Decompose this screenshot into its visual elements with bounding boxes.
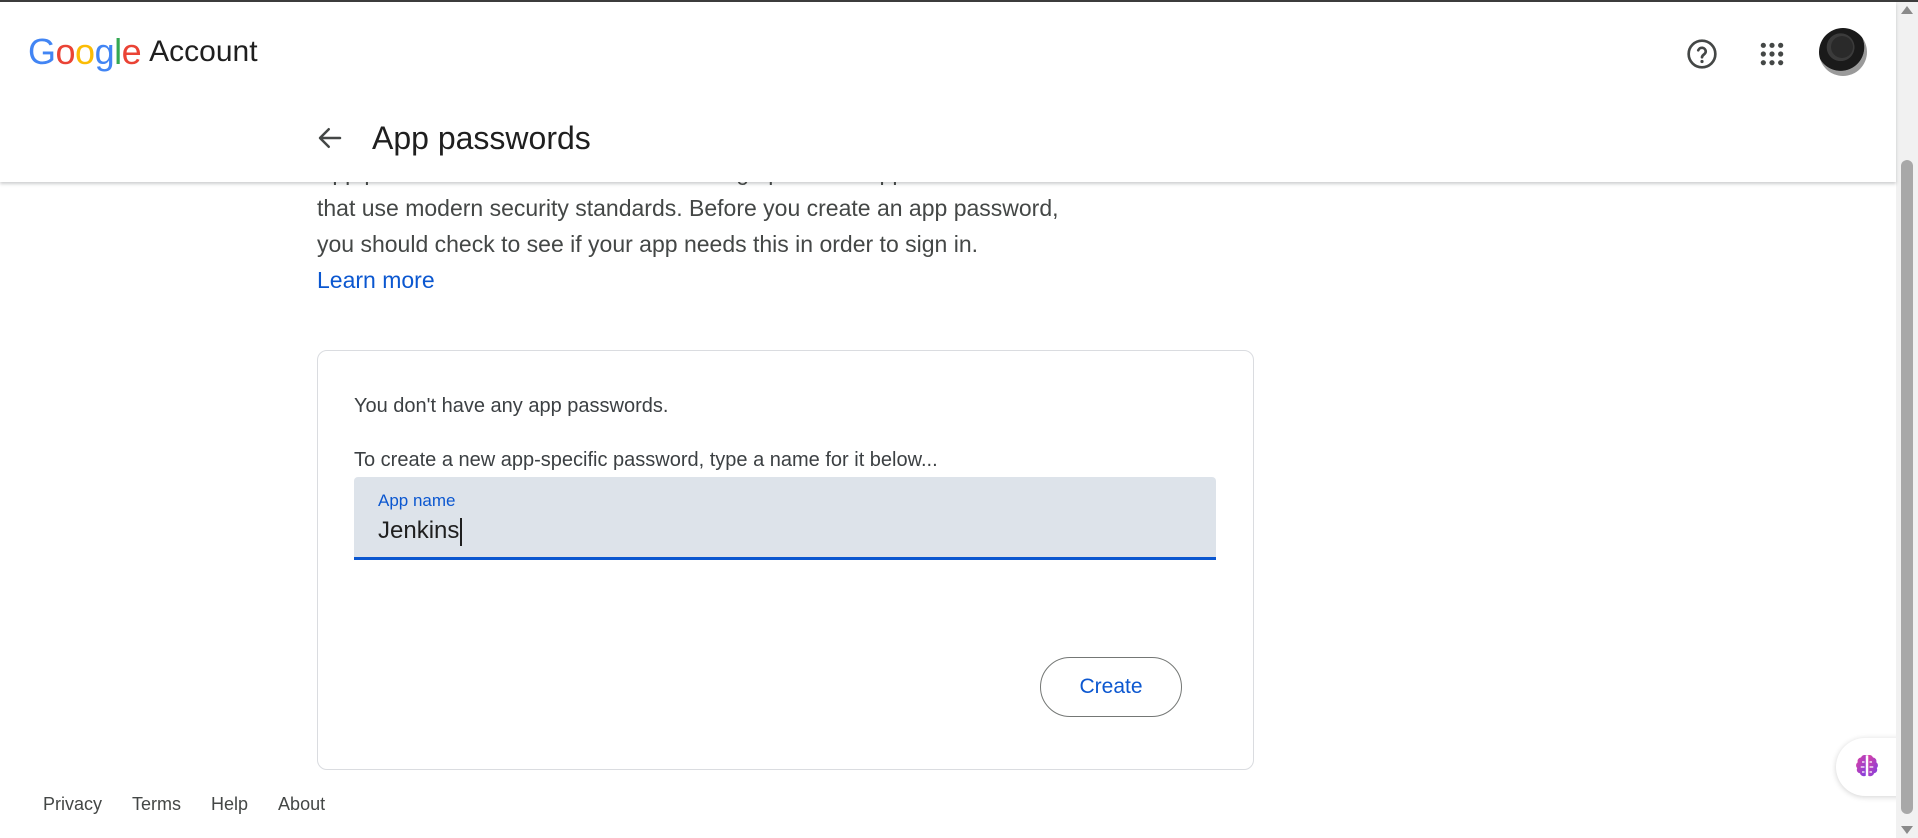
- app-password-card: You don't have any app passwords. To cre…: [317, 350, 1254, 770]
- learn-more-link[interactable]: Learn more: [317, 267, 435, 293]
- app-name-label: App name: [378, 491, 456, 510]
- account-avatar[interactable]: [1819, 28, 1867, 76]
- footer-link-terms[interactable]: Terms: [132, 794, 181, 815]
- back-button[interactable]: [310, 118, 350, 158]
- google-apps-button[interactable]: [1748, 30, 1796, 78]
- footer-link-about[interactable]: About: [278, 794, 325, 815]
- empty-state-message: You don't have any app passwords.: [354, 395, 669, 417]
- app-name-field[interactable]: App name Jenkins: [354, 477, 1216, 560]
- description-line-2: that use modern security standards. Befo…: [317, 195, 1059, 221]
- app-name-input[interactable]: Jenkins: [378, 517, 462, 546]
- logo-account-text: Account: [149, 35, 258, 68]
- brain-icon: [1856, 754, 1878, 777]
- footer: Privacy Terms Help About: [43, 794, 325, 815]
- scroll-thumb[interactable]: [1901, 160, 1913, 814]
- vertical-scrollbar[interactable]: [1896, 2, 1918, 838]
- google-logo: Google: [28, 31, 142, 72]
- app-header: Google Account App passwords: [0, 2, 1896, 182]
- scroll-up-arrow-icon[interactable]: [1901, 6, 1913, 14]
- footer-link-privacy[interactable]: Privacy: [43, 794, 102, 815]
- create-button[interactable]: Create: [1040, 657, 1182, 717]
- text-caret: [460, 517, 462, 546]
- arrow-back-icon: [318, 128, 342, 148]
- page-title: App passwords: [372, 120, 591, 156]
- help-button[interactable]: [1678, 30, 1726, 78]
- app-name-value: Jenkins: [378, 517, 460, 544]
- apps-grid-icon: [1760, 42, 1784, 66]
- instruction-text: To create a new app-specific password, t…: [354, 449, 938, 471]
- google-account-logo[interactable]: Google Account: [28, 31, 258, 72]
- footer-link-help[interactable]: Help: [211, 794, 248, 815]
- description-line-3: you should check to see if your app need…: [317, 231, 979, 257]
- help-circle-icon: [1687, 39, 1717, 69]
- scroll-down-arrow-icon[interactable]: [1901, 826, 1913, 834]
